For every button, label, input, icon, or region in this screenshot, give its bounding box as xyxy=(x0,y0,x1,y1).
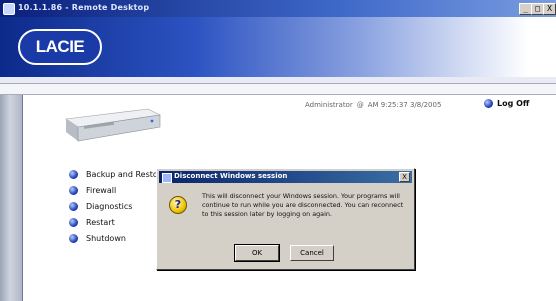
dialog-title: Disconnect Windows session xyxy=(174,172,288,180)
header-banner: LACIE xyxy=(0,17,556,77)
lacie-logo: LACIE xyxy=(18,29,102,65)
dialog-close-button[interactable]: X xyxy=(399,172,410,182)
question-icon: ? xyxy=(169,196,187,214)
menu-item-firewall[interactable]: Firewall xyxy=(69,182,158,198)
at-sign: @ xyxy=(356,101,364,109)
disconnect-dialog: Disconnect Windows session X ? This will… xyxy=(156,168,415,270)
globe-icon xyxy=(484,99,493,108)
window-title: 10.1.1.86 - Remote Desktop xyxy=(18,3,150,12)
globe-icon xyxy=(69,233,78,243)
globe-icon xyxy=(69,169,78,179)
log-off-link[interactable]: Log Off xyxy=(484,99,529,108)
remote-desktop-icon xyxy=(162,173,172,183)
menu-item-label: Firewall xyxy=(86,185,117,195)
menu-item-label: Shutdown xyxy=(86,233,126,243)
cancel-button[interactable]: Cancel xyxy=(290,245,334,261)
menu-item-label: Diagnostics xyxy=(86,201,133,211)
menu-item-diagnostics[interactable]: Diagnostics xyxy=(69,198,158,214)
nas-device-image xyxy=(65,108,161,142)
menu-item-label: Restart xyxy=(86,217,115,227)
main-menu: Backup and Resto Firewall Diagnostics Re… xyxy=(69,166,158,246)
menu-item-restart[interactable]: Restart xyxy=(69,214,158,230)
dialog-titlebar: Disconnect Windows session X xyxy=(159,171,412,183)
left-sidebar xyxy=(0,95,23,301)
nav-strip xyxy=(0,84,556,94)
dialog-message: This will disconnect your Windows sessio… xyxy=(202,192,404,218)
window-close-button[interactable]: X xyxy=(543,3,556,15)
ok-button[interactable]: OK xyxy=(234,244,280,262)
globe-icon xyxy=(69,201,78,211)
window-titlebar: 10.1.1.86 - Remote Desktop _ □ X xyxy=(0,0,556,17)
menu-item-label: Backup and Resto xyxy=(86,169,158,179)
session-info: Administrator @ AM 9:25:37 3/8/2005 xyxy=(305,101,445,109)
globe-icon xyxy=(69,185,78,195)
globe-icon xyxy=(69,217,78,227)
menu-item-backup-and-restore[interactable]: Backup and Resto xyxy=(69,166,158,182)
date-time: AM 9:25:37 3/8/2005 xyxy=(367,101,442,109)
user-name: Administrator xyxy=(305,101,353,109)
log-off-label: Log Off xyxy=(497,99,530,108)
remote-desktop-icon xyxy=(3,3,15,15)
menu-item-shutdown[interactable]: Shutdown xyxy=(69,230,158,246)
